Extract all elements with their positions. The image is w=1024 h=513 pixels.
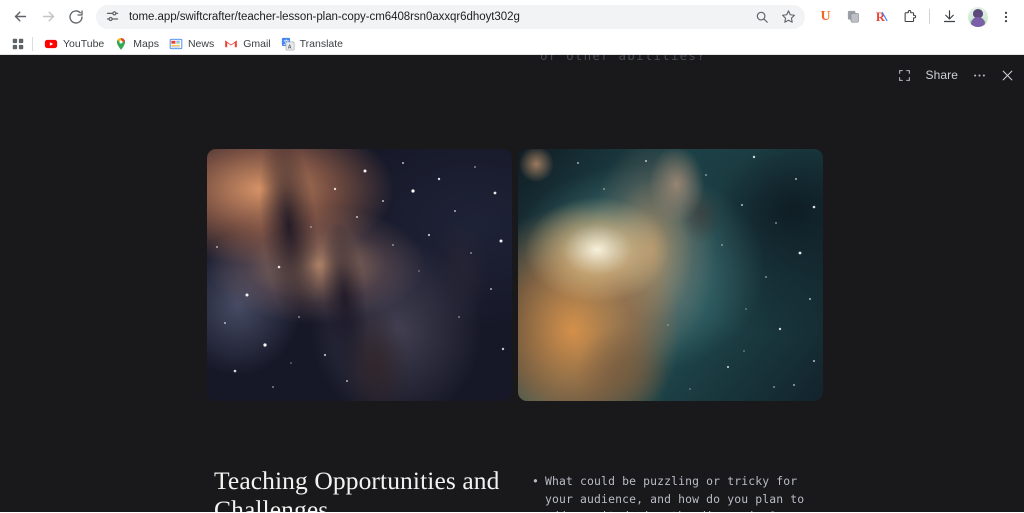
star-icon (781, 10, 795, 23)
chrome-menu-button[interactable] (993, 4, 1018, 29)
forward-button[interactable] (34, 3, 62, 31)
nebula-image-right[interactable] (518, 149, 823, 401)
ellipsis-icon (974, 73, 985, 77)
copy-stack-extension-button[interactable] (841, 4, 866, 29)
bookmarks-divider (32, 36, 33, 51)
list-item: • What could be puzzling or tricky for y… (532, 473, 832, 512)
reload-button[interactable] (62, 3, 90, 31)
url-text[interactable]: tome.app/swiftcrafter/teacher-lesson-pla… (129, 11, 753, 23)
tome-presentation-viewer: or other abilities? Share Teaching Oppor… (0, 55, 1024, 512)
previous-slide-ghost-text: or other abilities? (540, 55, 706, 63)
grammarly-u-icon: U (820, 8, 831, 24)
avatar (967, 6, 988, 27)
bookmark-star-button[interactable] (779, 8, 797, 26)
forward-arrow-icon (42, 11, 54, 22)
zoom-icon[interactable] (753, 8, 771, 26)
bookmark-label: News (187, 37, 215, 50)
back-arrow-icon (14, 11, 26, 22)
fullscreen-button[interactable] (898, 65, 911, 85)
svg-text:A: A (287, 44, 291, 50)
bookmark-label: Maps (133, 37, 159, 50)
back-button[interactable] (6, 3, 34, 31)
close-icon (1002, 70, 1013, 80)
viewer-controls: Share (898, 65, 1014, 85)
kebab-menu-icon (1004, 11, 1007, 22)
share-button[interactable]: Share (925, 65, 958, 85)
translate-icon: 文 A (281, 37, 295, 50)
bookmarks-bar: YouTube Maps News Gmail A Translate (0, 33, 1024, 54)
slide-bullet-list: • What could be puzzling or tricky for y… (532, 473, 832, 512)
stacked-pages-icon (847, 10, 859, 23)
r-extension-button[interactable]: R (869, 4, 894, 29)
browser-toolbar: tome.app/swiftcrafter/teacher-lesson-pla… (0, 0, 1024, 33)
reload-icon (69, 9, 83, 24)
fullscreen-icon (899, 69, 911, 81)
slide-image-row (207, 149, 823, 401)
bookmark-news[interactable]: News (165, 35, 220, 53)
maps-pin-icon (117, 37, 126, 50)
extensions-puzzle-button[interactable] (897, 4, 922, 29)
profile-button[interactable] (965, 4, 990, 29)
more-options-button[interactable] (972, 65, 987, 85)
address-bar[interactable]: tome.app/swiftcrafter/teacher-lesson-pla… (96, 4, 805, 29)
toolbar-divider (929, 9, 930, 24)
grid-apps-icon (12, 38, 24, 49)
nebula-image-left[interactable] (207, 149, 512, 401)
starfield-overlay (577, 155, 816, 390)
bookmark-youtube[interactable]: YouTube (40, 35, 110, 53)
bookmark-maps[interactable]: Maps (110, 35, 165, 53)
search-glass-icon (756, 11, 768, 23)
download-icon (943, 10, 956, 23)
bookmark-label: YouTube (63, 37, 105, 50)
tune-icon[interactable] (105, 9, 120, 24)
all-bookmarks-button[interactable] (7, 35, 29, 53)
grammarly-extension-button[interactable]: U (813, 4, 838, 29)
bookmark-label: Gmail (243, 37, 271, 50)
close-button[interactable] (1001, 65, 1014, 85)
starfield-overlay (216, 162, 505, 388)
bookmark-label: Translate (299, 37, 344, 50)
downloads-button[interactable] (937, 4, 962, 29)
bookmark-gmail[interactable]: Gmail (220, 35, 276, 53)
browser-chrome: tome.app/swiftcrafter/teacher-lesson-pla… (0, 0, 1024, 55)
r-letter-icon: R (876, 10, 888, 24)
news-icon (169, 38, 183, 49)
bullet-marker: • (532, 474, 540, 488)
gmail-icon (225, 40, 238, 47)
bookmark-translate[interactable]: 文 A Translate (277, 35, 349, 53)
slide-title: Teaching Opportunities and Challenges (214, 466, 500, 512)
puzzle-piece-icon (904, 10, 917, 23)
toolbar-actions: U R (813, 4, 1018, 29)
bullet-text: What could be puzzling or tricky for you… (545, 474, 805, 512)
youtube-icon (44, 39, 58, 48)
